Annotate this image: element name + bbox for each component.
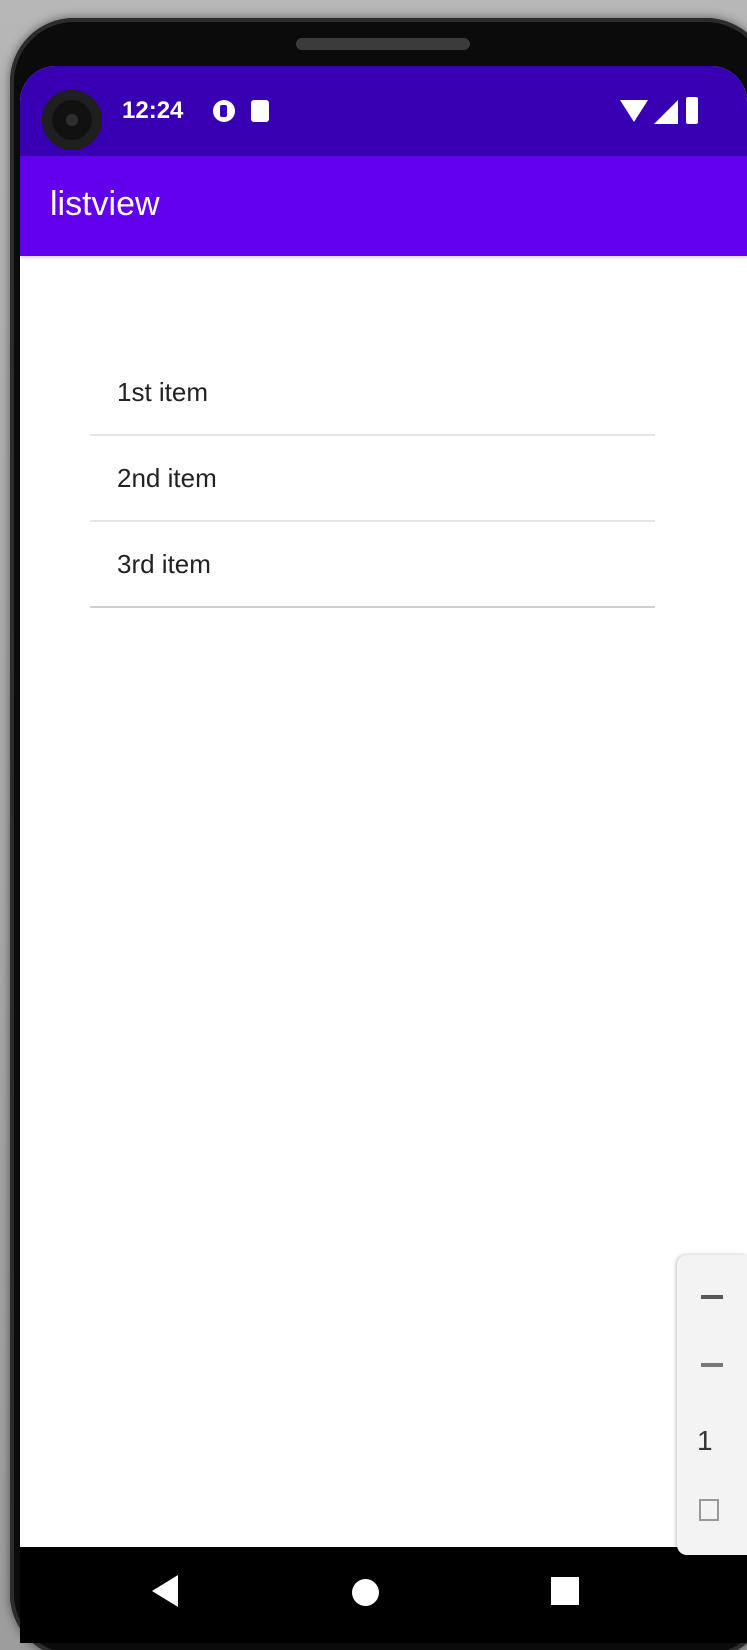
- phone-speaker: [296, 38, 470, 50]
- status-time: 12:24: [122, 97, 184, 124]
- panel-divider-icon: [701, 1363, 723, 1367]
- battery-icon: [686, 97, 698, 124]
- app-title: listview: [50, 185, 160, 223]
- wifi-icon: [620, 100, 648, 122]
- list-view: 1st item 2nd item 3rd item: [90, 350, 655, 608]
- emulator-side-panel: 1: [677, 1255, 747, 1555]
- front-camera-icon: [42, 90, 102, 150]
- panel-box-icon[interactable]: [699, 1499, 719, 1521]
- status-bar: 12:24: [20, 66, 747, 156]
- list-item-label: 3rd item: [117, 548, 211, 579]
- list-item-2nd[interactable]: 2nd item: [90, 436, 655, 522]
- notification-circle-icon: [213, 100, 235, 122]
- navigation-bar: [20, 1547, 747, 1643]
- panel-digit: 1: [697, 1425, 713, 1456]
- app-bar: listview: [20, 156, 747, 256]
- back-icon[interactable]: [152, 1575, 178, 1607]
- panel-minus-icon[interactable]: [701, 1295, 723, 1299]
- phone-screen: 12:24 listview 1st item 2nd item 3rd ite…: [20, 66, 747, 1643]
- list-item-label: 2nd item: [117, 462, 217, 493]
- list-item-3rd[interactable]: 3rd item: [90, 522, 655, 608]
- signal-icon: [654, 100, 678, 124]
- list-item-label: 1st item: [117, 376, 209, 407]
- home-icon[interactable]: [352, 1579, 379, 1606]
- overview-icon[interactable]: [551, 1577, 579, 1605]
- device-page: 12:24 listview 1st item 2nd item 3rd ite…: [0, 0, 747, 1650]
- list-item-1st[interactable]: 1st item: [90, 350, 655, 436]
- sd-card-icon: [251, 100, 269, 122]
